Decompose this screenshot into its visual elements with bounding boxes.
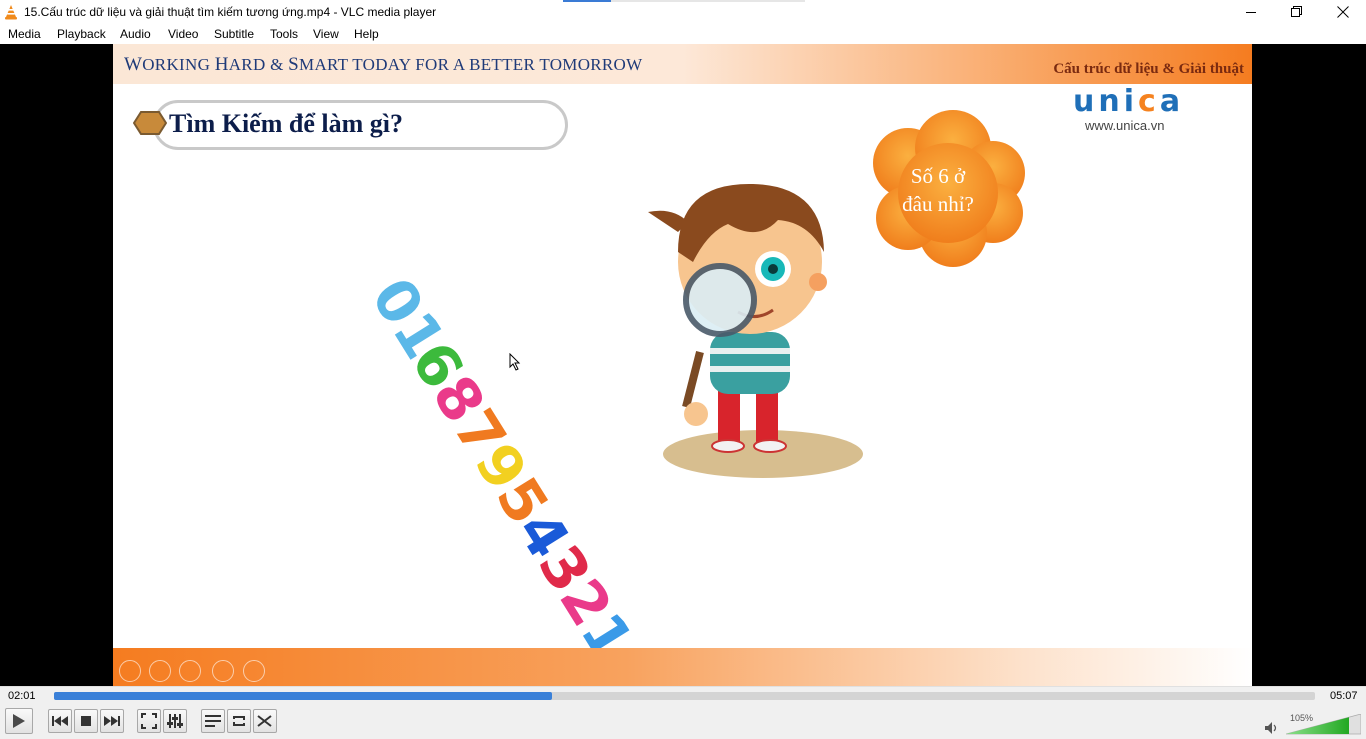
- title-progress-strip: [563, 0, 805, 2]
- minimize-icon: [1246, 12, 1256, 13]
- boy-with-magnifier-illustration: [648, 183, 863, 478]
- shuffle-button[interactable]: [253, 709, 277, 733]
- stop-icon: [81, 716, 91, 726]
- extended-settings-button[interactable]: [163, 709, 187, 733]
- maximize-icon: [1291, 6, 1302, 17]
- slide-course-title: Cấu trúc dữ liệu & Giải thuật: [1053, 61, 1244, 77]
- loop-icon: [233, 716, 245, 726]
- menu-media[interactable]: Media: [8, 27, 41, 41]
- volume-slider[interactable]: [1286, 714, 1361, 736]
- hexagon-bullet-icon: [133, 111, 167, 135]
- minimize-button[interactable]: [1228, 0, 1274, 24]
- maximize-button[interactable]: [1274, 0, 1320, 24]
- next-icon: [104, 716, 120, 726]
- previous-button[interactable]: [48, 709, 72, 733]
- slide-zoom-icon: [243, 660, 265, 682]
- mouse-cursor-icon: [509, 353, 521, 371]
- menu-audio[interactable]: Audio: [120, 27, 151, 41]
- seek-bar[interactable]: [54, 692, 1315, 700]
- slide-more-icon: [275, 660, 297, 682]
- menu-bar: Media Playback Audio Video Subtitle Tool…: [0, 24, 1366, 44]
- fullscreen-button[interactable]: [137, 709, 161, 733]
- close-icon: [1337, 6, 1349, 18]
- menu-help[interactable]: Help: [354, 27, 379, 41]
- slide-next-icon: [149, 660, 171, 682]
- next-button[interactable]: [100, 709, 124, 733]
- menu-subtitle[interactable]: Subtitle: [214, 27, 254, 41]
- loop-button[interactable]: [227, 709, 251, 733]
- unica-logo: unica www.unica.vn: [1073, 84, 1193, 134]
- menu-video[interactable]: Video: [168, 27, 198, 41]
- menu-playback[interactable]: Playback: [57, 27, 106, 41]
- video-area[interactable]: WORKING HARD & SMART TODAY FOR A BETTER …: [0, 44, 1366, 686]
- bubble-text: Số 6 ở đâu nhỉ?: [902, 164, 974, 216]
- title-bar: 15.Cấu trúc dữ liệu và giải thuật tìm ki…: [0, 0, 1366, 24]
- slide-prev-icon: [119, 660, 141, 682]
- seek-bar-progress: [54, 692, 553, 700]
- extended-settings-icon: [167, 714, 183, 728]
- slide-pen-icon: [179, 660, 201, 682]
- play-button[interactable]: [5, 708, 33, 734]
- topic-title: Tìm Kiếm để làm gì?: [169, 109, 403, 138]
- menu-tools[interactable]: Tools: [270, 27, 298, 41]
- total-time: 05:07: [1330, 690, 1358, 702]
- slide-motto: WORKING HARD & SMART TODAY FOR A BETTER …: [124, 54, 643, 75]
- playlist-icon: [205, 715, 221, 727]
- slide-grid-icon: [212, 660, 234, 682]
- logo-word: unica: [1073, 84, 1185, 119]
- menu-view[interactable]: View: [313, 27, 339, 41]
- slide-header: WORKING HARD & SMART TODAY FOR A BETTER …: [113, 44, 1252, 84]
- speaker-icon[interactable]: [1264, 721, 1280, 735]
- colorful-numbers-illustration: 0 1 6 8 7 9 5 4 3 2 1: [358, 266, 646, 654]
- play-icon: [13, 714, 25, 728]
- video-frame: WORKING HARD & SMART TODAY FOR A BETTER …: [113, 44, 1252, 686]
- stop-button[interactable]: [74, 709, 98, 733]
- playlist-button[interactable]: [201, 709, 225, 733]
- logo-url: www.unica.vn: [1085, 118, 1165, 133]
- previous-icon: [52, 716, 68, 726]
- close-button[interactable]: [1320, 0, 1366, 24]
- window-title: 15.Cấu trúc dữ liệu và giải thuật tìm ki…: [24, 5, 437, 19]
- fullscreen-icon: [141, 713, 157, 729]
- elapsed-time: 02:01: [8, 690, 36, 702]
- shuffle-icon: [257, 715, 272, 727]
- vlc-cone-icon: [5, 5, 17, 20]
- player-controls: 02:01 05:07 105%: [0, 686, 1366, 739]
